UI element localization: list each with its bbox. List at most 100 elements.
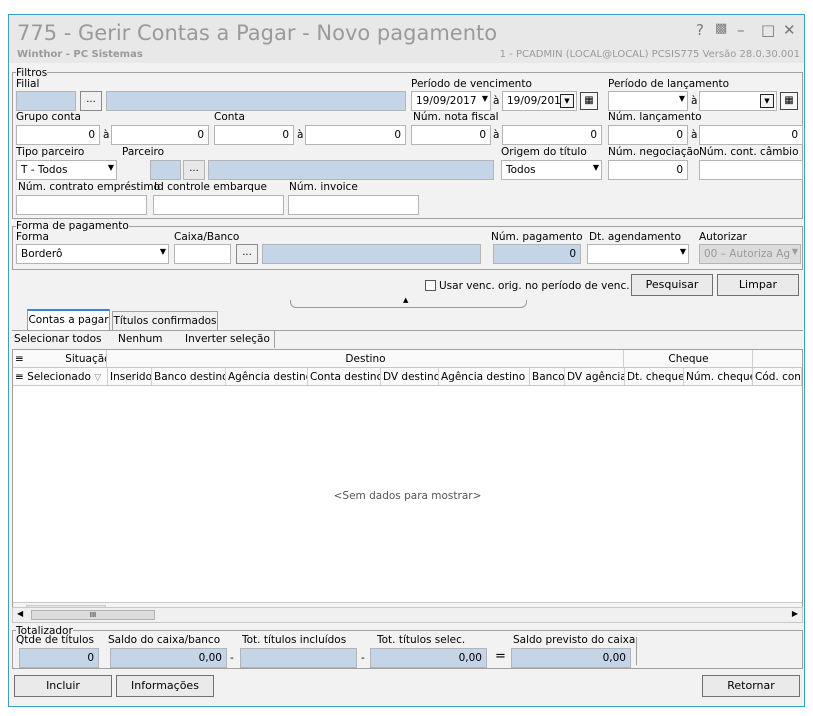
informacoes-button[interactable]: Informações — [116, 675, 214, 697]
forma-value: Borderô — [21, 248, 63, 260]
chevron-down-icon[interactable]: ▼ — [680, 247, 686, 256]
periodo-lanc-label: Período de lançamento — [608, 78, 730, 90]
num-pag-field: 0 — [493, 244, 581, 264]
restore-icon[interactable]: ▩ — [715, 21, 727, 36]
conta-from-input[interactable]: 0 — [214, 125, 294, 145]
retornar-button[interactable]: Retornar — [702, 675, 800, 697]
qtde-field: 0 — [19, 648, 99, 668]
cambio-label: Núm. cont. câmbio — [699, 146, 799, 158]
negociacao-input[interactable]: 0 — [608, 160, 688, 180]
inverter-selecao-button[interactable]: Inverter seleção — [185, 333, 270, 345]
calendar-icon[interactable]: ▦ — [780, 92, 798, 110]
agend-input[interactable]: ▼ — [587, 244, 689, 264]
grid-menu-icon[interactable]: ≡ — [15, 353, 24, 365]
filter-icon[interactable]: ▽ — [94, 373, 101, 383]
col-inserido[interactable]: Inserido — [108, 368, 152, 385]
help-icon[interactable]: ? — [696, 21, 704, 39]
embarque-label: Id controle embarque — [154, 181, 267, 193]
negociacao-label: Núm. negociação — [608, 146, 700, 158]
venc-from-input[interactable]: 19/09/2017 ▼ — [411, 91, 491, 111]
grid-menu-icon[interactable]: ≡ — [15, 371, 24, 383]
autorizar-select[interactable]: 00 – Autoriza Ag ▼ — [699, 244, 801, 264]
chevron-down-icon[interactable]: ▼ — [679, 94, 685, 103]
lanc-from-input[interactable]: ▼ — [608, 91, 688, 111]
nenhum-button[interactable]: Nenhum — [118, 333, 163, 345]
nota-to-input[interactable]: 0 — [502, 125, 602, 145]
chevron-down-icon[interactable]: ▼ — [792, 247, 798, 256]
lanc-num-from-input[interactable]: 0 — [608, 125, 688, 145]
incluidos-label: Tot. títulos incluídos — [242, 634, 347, 646]
qtde-label: Qtde de títulos — [16, 634, 94, 646]
conta-to-input[interactable]: 0 — [305, 125, 406, 145]
col-num-cheque[interactable]: Núm. cheque — [684, 368, 753, 385]
col-agencia-destino[interactable]: Agência destino — [226, 368, 308, 385]
filial-name-field — [106, 91, 406, 111]
parceiro-lookup-button[interactable]: ... — [183, 160, 205, 180]
selecionar-todos-button[interactable]: Selecionar todos — [14, 333, 101, 345]
chevron-down-icon[interactable]: ▼ — [160, 247, 166, 256]
col-selecionado[interactable]: ≡ Selecionado ▽ — [13, 368, 108, 385]
totals-separator — [636, 637, 637, 665]
parceiro-label: Parceiro — [122, 146, 165, 158]
embarque-input[interactable] — [153, 195, 284, 215]
scroll-right-icon[interactable]: ▶ — [792, 609, 798, 618]
lanc-to-input[interactable]: ▼ — [699, 91, 777, 111]
caixa-code-input[interactable] — [174, 244, 231, 264]
col-dt-cheque[interactable]: Dt. cheque — [625, 368, 684, 385]
scroll-left-icon[interactable]: ◀ — [17, 609, 23, 618]
invoice-input[interactable] — [288, 195, 419, 215]
limpar-button[interactable]: Limpar — [717, 274, 799, 296]
col-dv-destino[interactable]: DV destino — [381, 368, 439, 385]
tipo-parceiro-select[interactable]: T - Todos ▼ — [16, 160, 117, 180]
tab-titulos-confirmados[interactable]: Títulos confirmados — [112, 311, 218, 331]
collapse-panel-handle[interactable]: ▲ — [290, 296, 527, 308]
calendar-icon[interactable]: ▦ — [580, 92, 598, 110]
parceiro-code-input[interactable] — [150, 160, 181, 180]
incluir-button[interactable]: Incluir — [14, 675, 112, 697]
usar-venc-label: Usar venc. orig. no período de venc. — [439, 280, 630, 292]
band-cheque: Cheque — [625, 350, 753, 367]
origem-select[interactable]: Todos ▼ — [501, 160, 602, 180]
chevron-down-icon[interactable]: ▼ — [593, 163, 599, 172]
minimize-icon[interactable]: – — [737, 21, 745, 39]
filial-code-input[interactable] — [16, 91, 76, 111]
band-destino: Destino — [108, 350, 624, 367]
chevron-down-icon[interactable]: ▼ — [108, 163, 114, 172]
col-banco[interactable]: Banco — [530, 368, 565, 385]
caixa-lookup-button[interactable]: ... — [236, 244, 258, 264]
col-conta-destino[interactable]: Conta destino — [308, 368, 381, 385]
grupo-from-input[interactable]: 0 — [16, 125, 100, 145]
chevron-down-icon[interactable]: ▼ — [560, 94, 574, 108]
venc-to-input[interactable]: 19/09/2017 ▼ — [502, 91, 577, 111]
usar-venc-checkbox[interactable] — [425, 280, 436, 291]
col-agencia-destino-2[interactable]: Agência destino 2 — [439, 368, 530, 385]
emprestimo-input[interactable] — [16, 195, 147, 215]
grupo-to-input[interactable]: 0 — [111, 125, 209, 145]
venc-from-value: 19/09/2017 — [416, 95, 477, 107]
cambio-input[interactable] — [699, 160, 803, 180]
chevron-down-icon[interactable]: ▼ — [482, 94, 488, 103]
scroll-thumb[interactable]: III — [31, 610, 155, 620]
filial-lookup-button[interactable]: ... — [80, 91, 102, 111]
window-subtitle: Winthor - PC Sistemas — [17, 49, 143, 60]
horizontal-scrollbar[interactable]: ◀ III ▶ — [12, 607, 803, 623]
nota-a-label: à — [493, 129, 500, 141]
tab-contas-a-pagar[interactable]: Contas a pagar — [27, 309, 110, 331]
lanc-num-to-input[interactable]: 0 — [699, 125, 803, 145]
pesquisar-button[interactable]: Pesquisar — [631, 274, 713, 296]
equals-sign: = — [495, 649, 506, 664]
close-icon[interactable]: ✕ — [783, 21, 796, 39]
venc-a-label: à — [493, 95, 500, 107]
maximize-icon[interactable]: □ — [761, 21, 775, 39]
saldo-field: 0,00 — [110, 648, 227, 668]
origem-value: Todos — [506, 164, 536, 176]
nota-from-input[interactable]: 0 — [411, 125, 491, 145]
col-banco-destino[interactable]: Banco destino — [152, 368, 226, 385]
col-cod-conta[interactable]: Cód. conta — [753, 368, 802, 385]
forma-select[interactable]: Borderô ▼ — [16, 244, 169, 264]
chevron-up-icon[interactable]: ▲ — [403, 296, 408, 304]
chevron-down-icon[interactable]: ▼ — [760, 94, 774, 108]
col-dv-agencia[interactable]: DV agência — [565, 368, 625, 385]
lanc-num-a-label: à — [691, 129, 698, 141]
grupo-conta-label: Grupo conta — [16, 111, 81, 123]
